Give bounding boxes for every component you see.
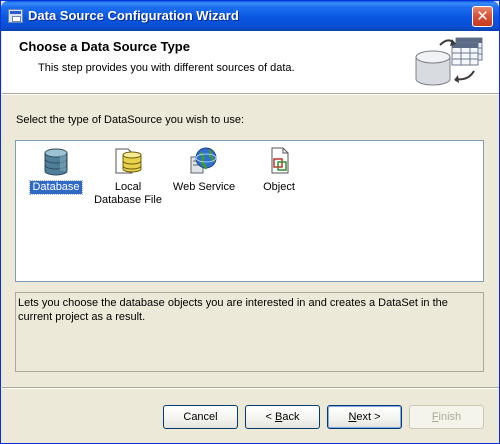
database-icon <box>44 148 68 176</box>
source-item-label: Local Database File <box>94 181 162 206</box>
web-service-globe-icon <box>190 147 217 174</box>
wizard-window: Data Source Configuration Wizard ✕ Choos… <box>0 0 500 444</box>
data-source-type-list[interactable]: Database Local Database File Web Service… <box>15 140 484 282</box>
back-button[interactable]: < Back <box>245 405 320 429</box>
header-divider <box>2 93 499 95</box>
page-subtitle: This step provides you with different so… <box>38 62 295 74</box>
source-item-label: Web Service <box>172 181 236 193</box>
next-label-rest: ext > <box>356 411 381 423</box>
back-label-rest: ack <box>282 411 300 423</box>
source-item-label: Object <box>263 181 295 193</box>
title-bar[interactable]: Data Source Configuration Wizard ✕ <box>1 1 499 31</box>
source-description-text: Lets you choose the database objects you… <box>18 297 448 323</box>
finish-accelerator: F <box>431 411 439 423</box>
data-source-wizard-graphic-icon <box>415 37 483 86</box>
page-title: Choose a Data Source Type <box>19 39 190 54</box>
source-item-local-database-file[interactable]: Local Database File <box>88 145 168 207</box>
source-description-panel: Lets you choose the database objects you… <box>15 292 484 372</box>
source-item-object[interactable]: Object <box>239 145 319 194</box>
source-item-database[interactable]: Database <box>16 145 96 195</box>
source-item-web-service[interactable]: Web Service <box>164 145 244 194</box>
wizard-app-icon <box>8 9 23 23</box>
finish-label-rest: inish <box>438 411 462 423</box>
cancel-button[interactable]: Cancel <box>163 405 238 429</box>
source-item-label: Database <box>29 180 83 195</box>
object-icon <box>271 147 289 174</box>
finish-button: Finish <box>409 405 484 429</box>
next-button[interactable]: Next > <box>327 405 402 429</box>
window-title: Data Source Configuration Wizard <box>28 8 239 23</box>
footer-divider <box>2 387 499 389</box>
wizard-header: Choose a Data Source Type This step prov… <box>2 31 499 93</box>
close-icon: ✕ <box>476 7 489 25</box>
close-button[interactable]: ✕ <box>472 6 493 27</box>
back-prefix: < <box>265 411 275 423</box>
local-database-file-icon <box>115 148 142 174</box>
source-type-prompt: Select the type of DataSource you wish t… <box>16 114 245 126</box>
